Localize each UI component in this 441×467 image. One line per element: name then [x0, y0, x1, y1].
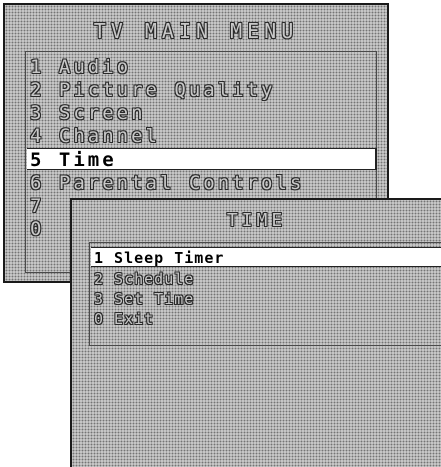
time-item-sleep-timer[interactable]: 1 Sleep Timer [91, 247, 441, 267]
menu-item-picture-quality[interactable]: 2 Picture Quality [30, 79, 275, 101]
menu-item-channel[interactable]: 4 Channel [30, 125, 160, 147]
menu-item-audio[interactable]: 1 Audio [30, 56, 131, 78]
menu-item-7[interactable]: 7 [30, 195, 44, 217]
time-item-set-time[interactable]: 3 Set Time [94, 289, 194, 309]
time-item-exit[interactable]: 0 Exit [94, 309, 154, 329]
menu-item-time[interactable]: 5 Time [27, 148, 377, 171]
menu-item-parental-controls[interactable]: 6 Parental Controls [30, 172, 304, 194]
main-menu-title: TV MAIN MENU [93, 19, 299, 43]
menu-item-0[interactable]: 0 [30, 218, 44, 240]
time-menu-title: TIME [226, 210, 287, 231]
time-item-schedule[interactable]: 2 Schedule [94, 269, 194, 289]
time-menu-window: TIME 1 Sleep Timer 2 Schedule 3 Set Time… [70, 198, 441, 467]
menu-item-screen[interactable]: 3 Screen [30, 102, 146, 124]
time-menu-list: 1 Sleep Timer 2 Schedule 3 Set Time 0 Ex… [89, 242, 441, 346]
